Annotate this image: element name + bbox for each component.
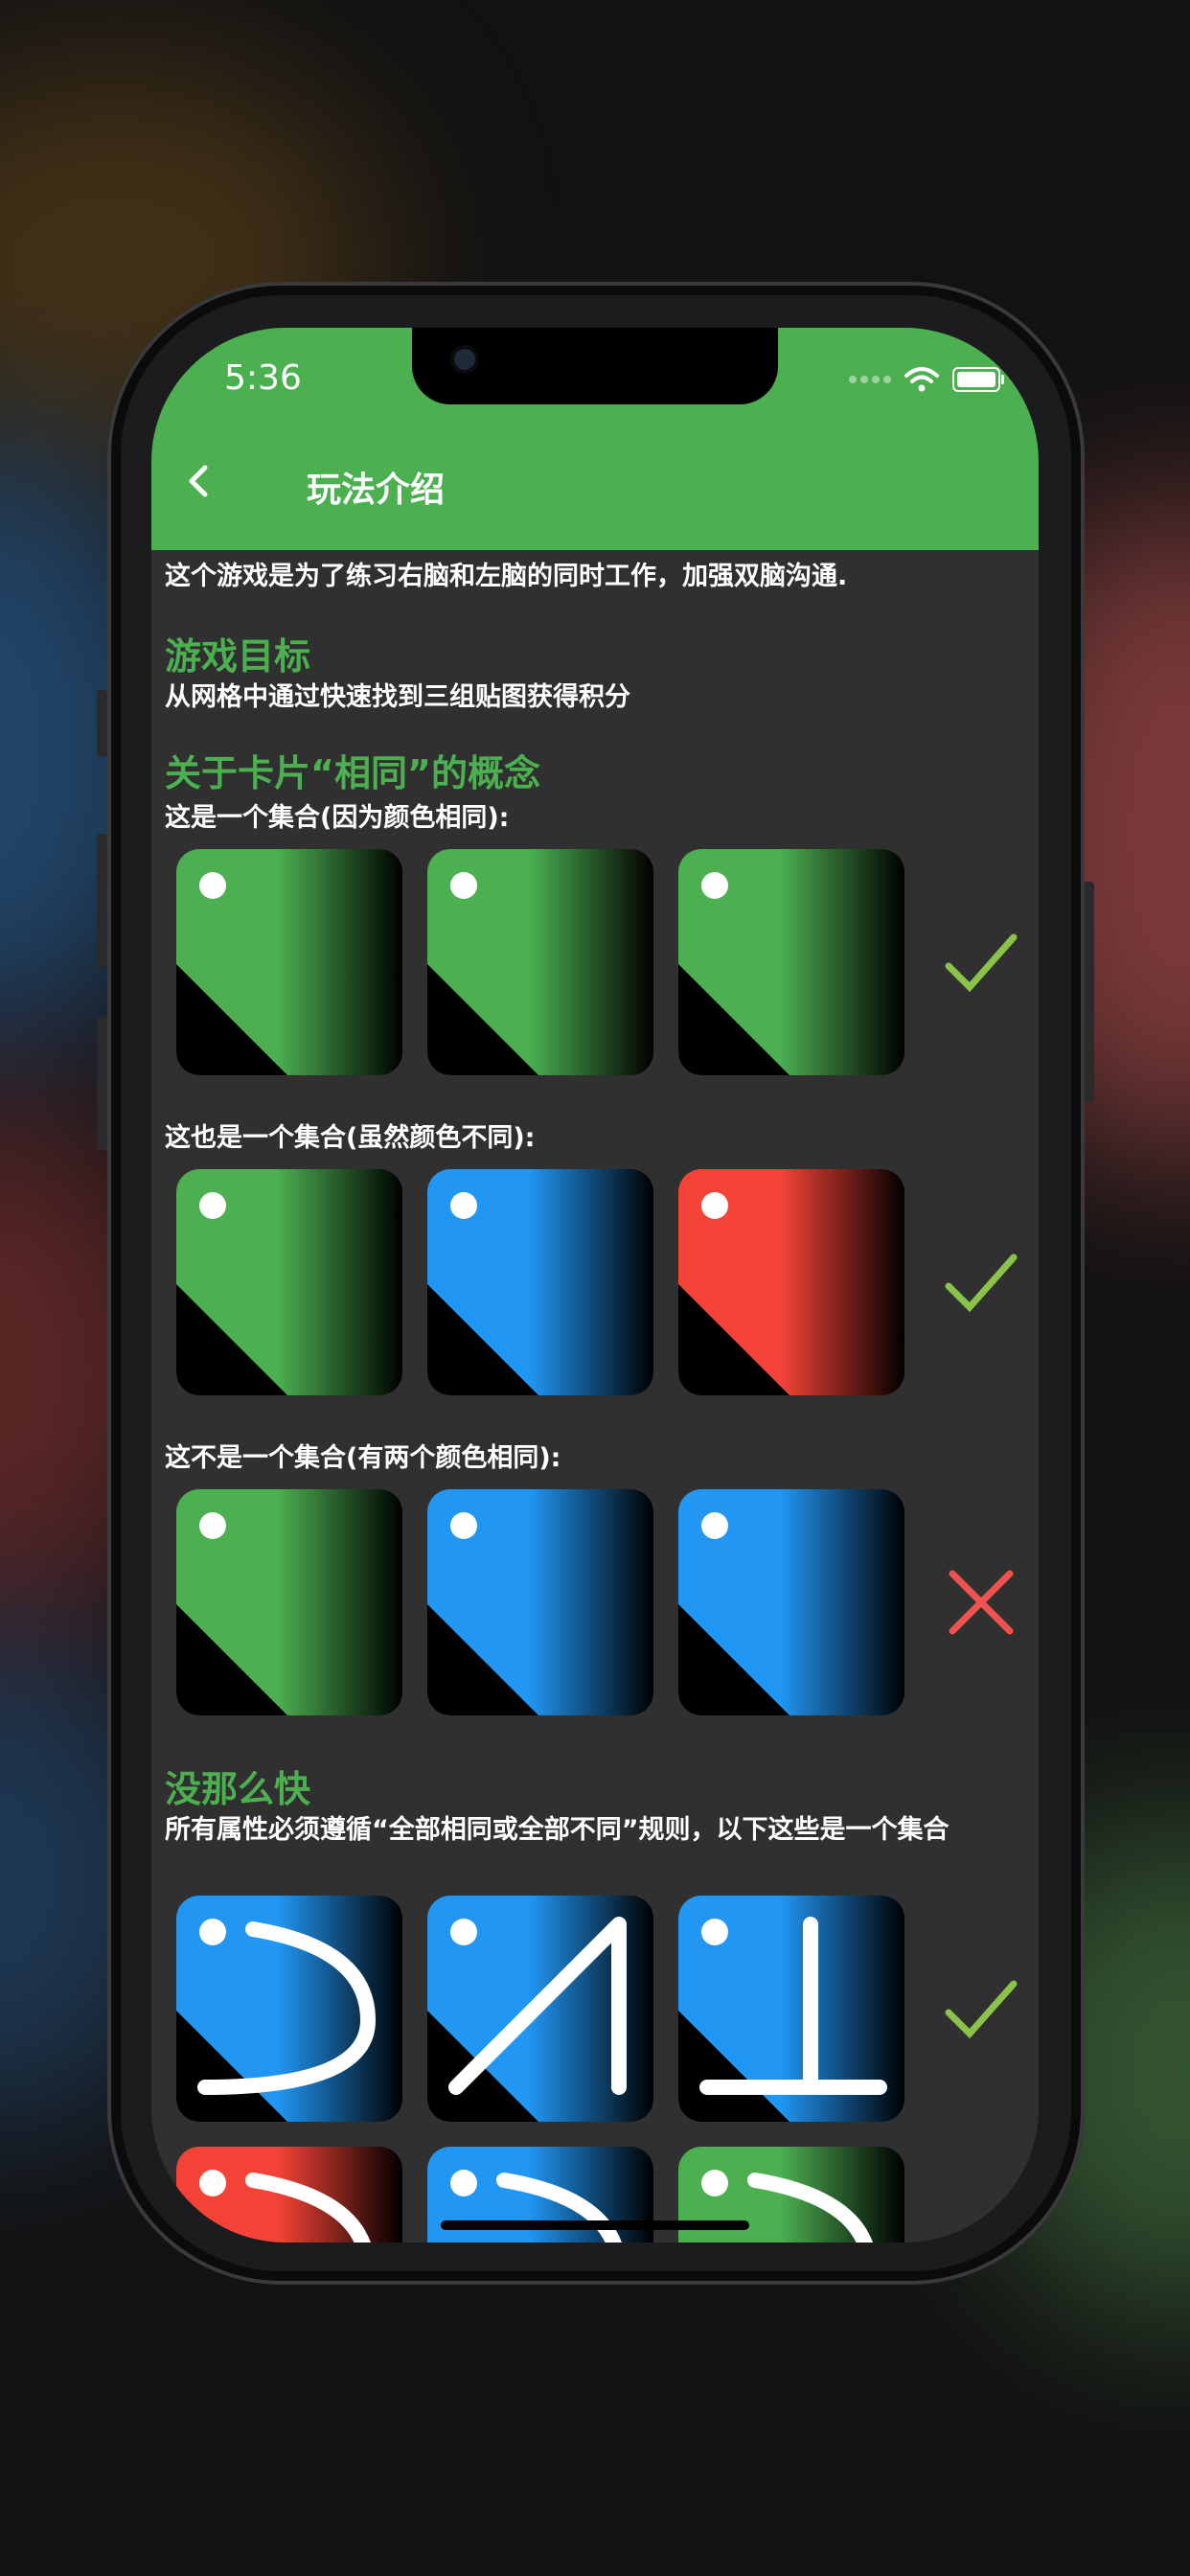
mute-switch xyxy=(97,690,107,757)
notch xyxy=(412,328,778,404)
example1-caption: 这是一个集合(因为颜色相同): xyxy=(165,803,510,833)
volume-up-button xyxy=(97,834,107,968)
card xyxy=(678,1489,904,1715)
status-icons xyxy=(849,366,1004,393)
example3-caption: 这不是一个集合(有两个颜色相同): xyxy=(165,1443,561,1473)
app-header: 5:36 玩法介绍 xyxy=(151,328,1039,550)
card xyxy=(176,2147,402,2242)
battery-icon xyxy=(952,367,1004,392)
example2-caption: 这也是一个集合(虽然颜色不同): xyxy=(165,1123,536,1153)
home-indicator[interactable] xyxy=(441,2220,749,2230)
volume-down-button xyxy=(97,1016,107,1150)
front-camera xyxy=(454,349,475,370)
check-icon xyxy=(945,1980,1018,2039)
signal-icon xyxy=(849,376,891,383)
goal-heading: 游戏目标 xyxy=(165,635,311,678)
page-title: 玩法介绍 xyxy=(307,471,446,510)
card xyxy=(176,1896,402,2122)
intro-text: 这个游戏是为了练习右脑和左脑的同时工作，加强双脑沟通. xyxy=(165,562,848,591)
check-icon xyxy=(945,1254,1018,1313)
goal-text: 从网格中通过快速找到三组贴图获得积分 xyxy=(165,682,630,712)
app-screen: 5:36 玩法介绍 这个游戏是为了练习右脑和左脑的同时工作，加强双脑沟通. 游戏… xyxy=(151,328,1039,2242)
notfast-heading: 没那么快 xyxy=(165,1768,311,1810)
wifi-icon xyxy=(904,367,939,392)
card xyxy=(678,1896,904,2122)
card xyxy=(427,849,653,1075)
notfast-text: 所有属性必须遵循“全部相同或全部不同”规则，以下这些是一个集合 xyxy=(165,1815,950,1845)
cross-icon xyxy=(949,1570,1014,1635)
card xyxy=(427,1896,653,2122)
card xyxy=(427,1169,653,1395)
card xyxy=(678,1169,904,1395)
card xyxy=(176,1489,402,1715)
card xyxy=(176,849,402,1075)
chevron-left-icon[interactable] xyxy=(180,462,218,500)
concept-heading: 关于卡片“相同”的概念 xyxy=(165,752,540,794)
check-icon xyxy=(945,933,1018,993)
power-button xyxy=(1084,882,1094,1102)
card xyxy=(678,849,904,1075)
card xyxy=(176,1169,402,1395)
card xyxy=(427,1489,653,1715)
status-time: 5:36 xyxy=(224,358,302,398)
